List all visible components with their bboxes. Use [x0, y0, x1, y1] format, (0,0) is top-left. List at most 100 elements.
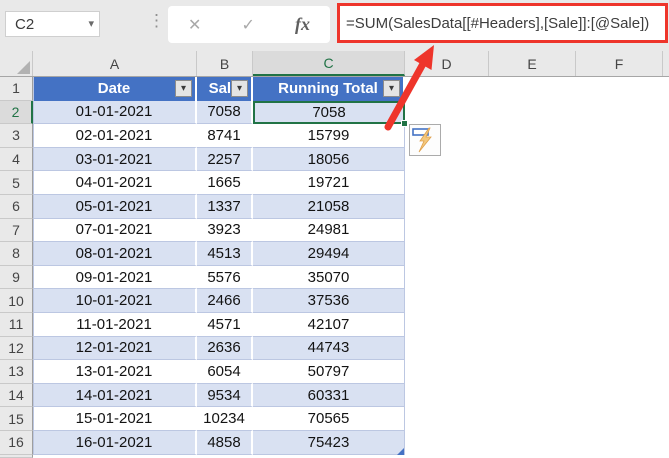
- table-cell[interactable]: 1337: [197, 194, 253, 219]
- table-cell[interactable]: 2257: [197, 147, 253, 172]
- table-cell[interactable]: 13-01-2021: [33, 360, 197, 384]
- row-header-14[interactable]: 14: [0, 383, 33, 408]
- table-cell[interactable]: 2636: [197, 336, 253, 361]
- row-header-8[interactable]: 8: [0, 242, 33, 266]
- table-cell[interactable]: 29494: [253, 242, 405, 266]
- table-cell[interactable]: 04-01-2021: [33, 171, 197, 195]
- empty-cells[interactable]: [405, 289, 669, 313]
- column-header-F[interactable]: F: [576, 51, 663, 76]
- table-cell[interactable]: 02-01-2021: [33, 124, 197, 148]
- fill-handle[interactable]: [401, 120, 408, 127]
- row-header-10[interactable]: 10: [0, 289, 33, 313]
- table-cell[interactable]: 18056: [253, 147, 405, 172]
- empty-cells[interactable]: [405, 336, 669, 361]
- table-cell[interactable]: 24981: [253, 218, 405, 243]
- table-cell[interactable]: 05-01-2021: [33, 194, 197, 219]
- table-cell[interactable]: 4858: [197, 430, 253, 455]
- table-cell[interactable]: 7058: [197, 100, 253, 125]
- filter-dropdown-icon[interactable]: ▾: [383, 80, 400, 97]
- row-header-15[interactable]: 15: [0, 407, 33, 431]
- table-cell[interactable]: 16-01-2021: [33, 430, 197, 455]
- quick-analysis-button[interactable]: [409, 124, 441, 156]
- empty-cells[interactable]: [405, 147, 669, 172]
- table-cell[interactable]: 35070: [253, 265, 405, 290]
- table-cell[interactable]: 1665: [197, 171, 253, 195]
- table-cell[interactable]: 6054: [197, 360, 253, 384]
- empty-cells[interactable]: [405, 171, 669, 195]
- table-cell[interactable]: 15799: [253, 124, 405, 148]
- empty-cells[interactable]: [405, 77, 669, 101]
- empty-cells[interactable]: [405, 265, 669, 290]
- row-header-1[interactable]: 1: [0, 77, 33, 101]
- empty-cells[interactable]: [405, 124, 669, 148]
- table-cell[interactable]: 5576: [197, 265, 253, 290]
- table-cell[interactable]: 08-01-2021: [33, 242, 197, 266]
- table-cell[interactable]: 12-01-2021: [33, 336, 197, 361]
- table-cell[interactable]: 9534: [197, 383, 253, 408]
- table-cell[interactable]: 11-01-2021: [33, 312, 197, 337]
- filter-dropdown-icon[interactable]: ▾: [231, 80, 248, 97]
- empty-cells[interactable]: [405, 312, 669, 337]
- table-cell[interactable]: 01-01-2021: [33, 100, 197, 125]
- table-cell[interactable]: 14-01-2021: [33, 383, 197, 408]
- table-cell[interactable]: 50797: [253, 360, 405, 384]
- table-resize-handle-icon[interactable]: [397, 448, 404, 455]
- row-header-9[interactable]: 9: [0, 265, 33, 290]
- insert-function-icon[interactable]: fx: [295, 14, 310, 35]
- selected-cell-C2[interactable]: 7058: [253, 100, 405, 125]
- table-row: 14 14-01-2021 9534 60331: [0, 383, 669, 408]
- table-cell[interactable]: 2466: [197, 289, 253, 313]
- table-cell[interactable]: 8741: [197, 124, 253, 148]
- row-header-6[interactable]: 6: [0, 194, 33, 219]
- empty-cells[interactable]: [405, 383, 669, 408]
- column-header-E[interactable]: E: [489, 51, 576, 76]
- row-header-4[interactable]: 4: [0, 147, 33, 172]
- select-all-button[interactable]: [0, 51, 33, 76]
- empty-cells[interactable]: [405, 360, 669, 384]
- table-cell[interactable]: 19721: [253, 171, 405, 195]
- row-header-12[interactable]: 12: [0, 336, 33, 361]
- row-header-2[interactable]: 2: [0, 100, 33, 125]
- table-cell[interactable]: 44743: [253, 336, 405, 361]
- table-cell[interactable]: 4571: [197, 312, 253, 337]
- column-header-D[interactable]: D: [405, 51, 489, 76]
- table-header-cell[interactable]: Sale ▾: [197, 77, 253, 101]
- empty-cells[interactable]: [405, 218, 669, 243]
- table-cell[interactable]: 10-01-2021: [33, 289, 197, 313]
- table-cell[interactable]: 4513: [197, 242, 253, 266]
- table-cell[interactable]: 42107: [253, 312, 405, 337]
- empty-cells[interactable]: [405, 242, 669, 266]
- enter-check-icon[interactable]: ✓: [242, 15, 255, 35]
- table-header-cell[interactable]: Running Total ▾: [253, 77, 405, 101]
- empty-cells[interactable]: [405, 407, 669, 431]
- cancel-icon[interactable]: ✕: [188, 15, 201, 35]
- empty-cells[interactable]: [405, 430, 669, 455]
- table-cell[interactable]: 70565: [253, 407, 405, 431]
- row-header-7[interactable]: 7: [0, 218, 33, 243]
- table-cell[interactable]: 09-01-2021: [33, 265, 197, 290]
- table-cell[interactable]: 37536: [253, 289, 405, 313]
- column-header-C[interactable]: C: [253, 51, 405, 76]
- table-cell[interactable]: 15-01-2021: [33, 407, 197, 431]
- table-cell[interactable]: 03-01-2021: [33, 147, 197, 172]
- column-header-B[interactable]: B: [197, 51, 253, 76]
- formula-input[interactable]: =SUM(SalesData[[#Headers],[Sale]]:[@Sale…: [337, 3, 668, 43]
- row-header-3[interactable]: 3: [0, 124, 33, 148]
- row-header-11[interactable]: 11: [0, 312, 33, 337]
- empty-cells[interactable]: [405, 194, 669, 219]
- row-header-16[interactable]: 16: [0, 430, 33, 455]
- row-header-5[interactable]: 5: [0, 171, 33, 195]
- table-cell[interactable]: 3923: [197, 218, 253, 243]
- table-cell[interactable]: 10234: [197, 407, 253, 431]
- table-cell[interactable]: 75423: [253, 430, 405, 455]
- row-header-13[interactable]: 13: [0, 360, 33, 384]
- name-box-dropdown-icon[interactable]: ▾: [88, 17, 94, 30]
- table-header-cell[interactable]: Date ▾: [33, 77, 197, 101]
- empty-cells[interactable]: [405, 100, 669, 125]
- table-cell[interactable]: 21058: [253, 194, 405, 219]
- table-cell[interactable]: 60331: [253, 383, 405, 408]
- name-box[interactable]: C2 ▾: [5, 11, 100, 37]
- filter-dropdown-icon[interactable]: ▾: [175, 80, 192, 97]
- column-header-A[interactable]: A: [33, 51, 197, 76]
- table-cell[interactable]: 07-01-2021: [33, 218, 197, 243]
